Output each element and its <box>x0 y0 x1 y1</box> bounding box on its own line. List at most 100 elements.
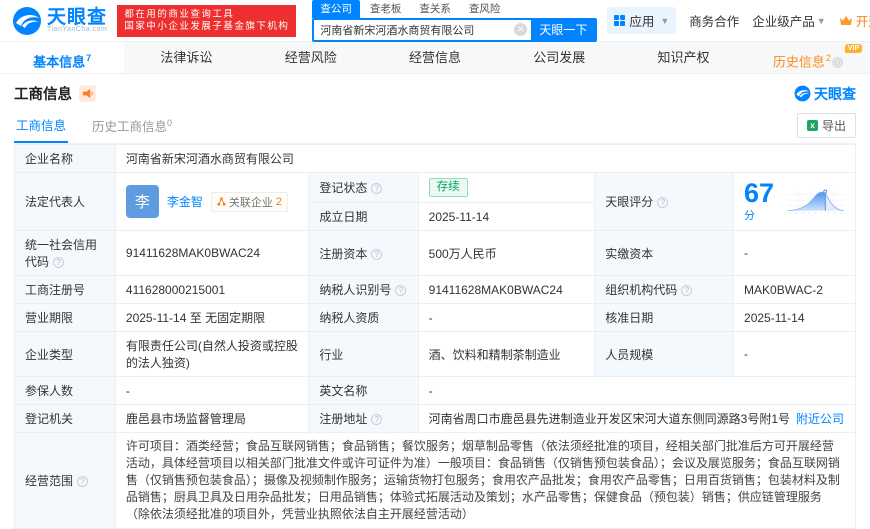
help-icon[interactable]: ? <box>77 476 89 487</box>
paid-capital-label: 实缴资本 <box>594 230 735 276</box>
score-label: 天眼评分? <box>594 172 735 231</box>
credit-code-value: 91411628MAK0BWAC24 <box>114 230 310 276</box>
subtab-business-info[interactable]: 工商信息 <box>14 111 69 143</box>
tab-operating-risk-label: 经营风险 <box>284 50 337 65</box>
enterprise-products-menu[interactable]: 企业级产品 ▼ <box>752 11 825 30</box>
tab-legal-proceedings[interactable]: 法律诉讼 <box>124 42 248 73</box>
vip-label: 开通会员 <box>855 15 870 29</box>
staff-size-value: - <box>733 331 856 377</box>
page-tabs: 基本信息7 法律诉讼 经营风险 经营信息 公司发展 知识产权 历史信息2 ⓘ VI… <box>0 42 870 74</box>
tab-operating-risk[interactable]: 经营风险 <box>249 42 373 73</box>
staff-size-label: 人员规模 <box>594 331 735 377</box>
tab-basic-info[interactable]: 基本信息7 <box>0 42 125 73</box>
business-term-label: 营业期限 <box>14 303 116 332</box>
search-tab-boss[interactable]: 查老板 <box>362 0 410 18</box>
english-name-label: 英文名称 <box>308 376 419 405</box>
search-tab-relation[interactable]: 查关系 <box>411 0 459 18</box>
help-icon[interactable]: ? <box>371 183 383 194</box>
table-row-business-scope: 经营范围? 许可项目：酒类经营；食品互联网销售；食品销售；餐饮服务；烟草制品零售… <box>14 432 857 529</box>
company-name-value: 河南省新宋河酒水商贸有限公司 <box>114 144 857 173</box>
legal-rep-cell: 李 李金智 关联企业 2 <box>114 172 310 231</box>
business-cooperation-link[interactable]: 商务合作 <box>689 11 739 30</box>
status-value: 存续 <box>417 172 596 203</box>
tab-intellectual-property[interactable]: 知识产权 <box>621 42 745 73</box>
industry-label: 行业 <box>308 331 419 377</box>
vip-upgrade-menu[interactable]: 开通会员 ▼ <box>839 11 870 30</box>
status-label: 登记状态? <box>308 172 419 203</box>
search-tab-risk[interactable]: 查风险 <box>461 0 509 18</box>
promo-banner: 都在用的商业查询工具 国家中小企业发展子基金旗下机构 <box>117 4 297 37</box>
table-row-company-name: 企业名称 河南省新宋河酒水商贸有限公司 <box>14 144 857 173</box>
network-icon <box>217 197 226 206</box>
nearby-companies-link[interactable]: 附近公司 <box>796 412 844 426</box>
registration-authority-value: 鹿邑县市场监督管理局 <box>114 404 310 433</box>
org-code-value: MAK0BWAC-2 <box>733 275 856 304</box>
status-badge: 存续 <box>428 178 468 197</box>
registration-authority-label: 登记机关 <box>14 404 116 433</box>
tab-history-info-count: 2 <box>825 53 831 63</box>
help-icon[interactable]: ? <box>395 285 407 296</box>
established-label: 成立日期 <box>308 202 419 231</box>
help-icon[interactable]: ? <box>371 248 383 260</box>
table-row-credit-code: 统一社会信用代码? 91411628MAK0BWAC24 注册资本? 500万人… <box>14 230 856 276</box>
related-companies-count: 2 <box>275 195 283 208</box>
approval-date-value: 2025-11-14 <box>733 303 856 332</box>
logo-domain: TianYanCha.com <box>47 25 108 33</box>
tab-history-info[interactable]: 历史信息2 ⓘ VIP <box>746 42 870 73</box>
tab-history-info-label: 历史信息 <box>772 54 825 70</box>
tab-intellectual-property-label: 知识产权 <box>657 50 710 65</box>
related-companies-badge[interactable]: 关联企业 2 <box>210 191 289 212</box>
apps-grid-icon <box>614 15 626 26</box>
excel-icon <box>806 119 818 131</box>
subtab-history-business-info[interactable]: 历史工商信息0 <box>90 112 174 142</box>
table-row-company-type: 企业类型 有限责任公司(自然人投资或控股的法人独资) 行业 酒、饮料和精制茶制造… <box>14 331 856 377</box>
tianyancha-logo-icon <box>13 6 41 35</box>
tianyancha-logo[interactable]: 天眼查 TianYanCha.com <box>12 6 107 36</box>
reg-capital-label: 注册资本? <box>308 230 419 276</box>
score-cell[interactable]: 67 分 <box>733 172 856 231</box>
credit-code-label: 统一社会信用代码? <box>14 230 116 276</box>
related-companies-label: 关联企业 <box>228 196 273 209</box>
reg-number-value: 411628000215001 <box>114 275 310 304</box>
search-tabs: 查公司 查老板 查关系 查风险 <box>312 0 597 18</box>
top-nav-links: 应用 ▼ 商务合作 企业级产品 ▼ 开通会员 ▼ 超级... ▼ <box>607 7 870 34</box>
business-term-value: 2025-11-14 至 无固定期限 <box>114 303 310 332</box>
export-button[interactable]: 导出 <box>796 112 856 138</box>
help-icon[interactable]: ? <box>53 257 65 268</box>
reg-number-label: 工商注册号 <box>14 275 116 304</box>
legal-rep-name-link[interactable]: 李金智 <box>167 193 203 210</box>
search-button[interactable]: 天眼一下 <box>531 19 596 40</box>
search-tab-company[interactable]: 查公司 <box>312 0 360 18</box>
tab-company-development[interactable]: 公司发展 <box>497 42 621 73</box>
main-content: 工商信息 天眼查 工商信息 历史工商信息0 导出 企业名称 <box>0 83 870 529</box>
score-unit: 分 <box>744 210 756 222</box>
tab-operating-info[interactable]: 经营信息 <box>373 42 497 73</box>
table-row-legal-rep: 法定代表人 李 李金智 关联企业 2 登记状态? 存续 天眼评分? 67 分 <box>14 172 856 231</box>
search-area: 查公司 查老板 查关系 查风险 ✕ 天眼一下 <box>312 0 598 42</box>
help-icon[interactable]: ? <box>371 414 383 425</box>
industry-value: 酒、饮料和精制茶制造业 <box>417 331 596 377</box>
business-scope-value: 许可项目：酒类经营；食品互联网销售；食品销售；餐饮服务；烟草制品零售（依法须经批… <box>114 432 857 529</box>
chevron-down-icon: ▼ <box>816 15 826 26</box>
avatar[interactable]: 李 <box>125 185 159 218</box>
megaphone-icon[interactable] <box>79 85 96 102</box>
help-icon[interactable]: ? <box>681 285 693 296</box>
registered-address-value: 河南省周口市鹿邑县先进制造业开发区宋河大道东侧同源路3号附1号 附近公司 <box>417 404 857 433</box>
reg-capital-value: 500万人民币 <box>417 230 596 276</box>
subtabs: 工商信息 历史工商信息0 导出 <box>14 111 856 144</box>
watermark-brand: 天眼查 <box>794 84 856 104</box>
clear-search-icon[interactable]: ✕ <box>514 23 528 36</box>
business-scope-label: 经营范围? <box>14 432 116 529</box>
business-cooperation-label: 商务合作 <box>689 15 740 29</box>
watermark-brand-name: 天眼查 <box>814 85 856 102</box>
search-input[interactable] <box>314 19 515 40</box>
tab-operating-info-label: 经营信息 <box>408 50 461 65</box>
apps-menu[interactable]: 应用 ▼ <box>607 7 677 34</box>
help-icon[interactable]: ? <box>657 197 669 208</box>
tab-basic-info-label: 基本信息 <box>33 54 86 70</box>
logo-text: 天眼查 <box>47 6 108 28</box>
search-box: ✕ 天眼一下 <box>312 17 598 42</box>
taxpayer-qualification-label: 纳税人资质 <box>308 303 419 332</box>
promo-line2: 国家中小企业发展子基金旗下机构 <box>124 20 290 32</box>
score-distribution-chart <box>787 189 845 213</box>
